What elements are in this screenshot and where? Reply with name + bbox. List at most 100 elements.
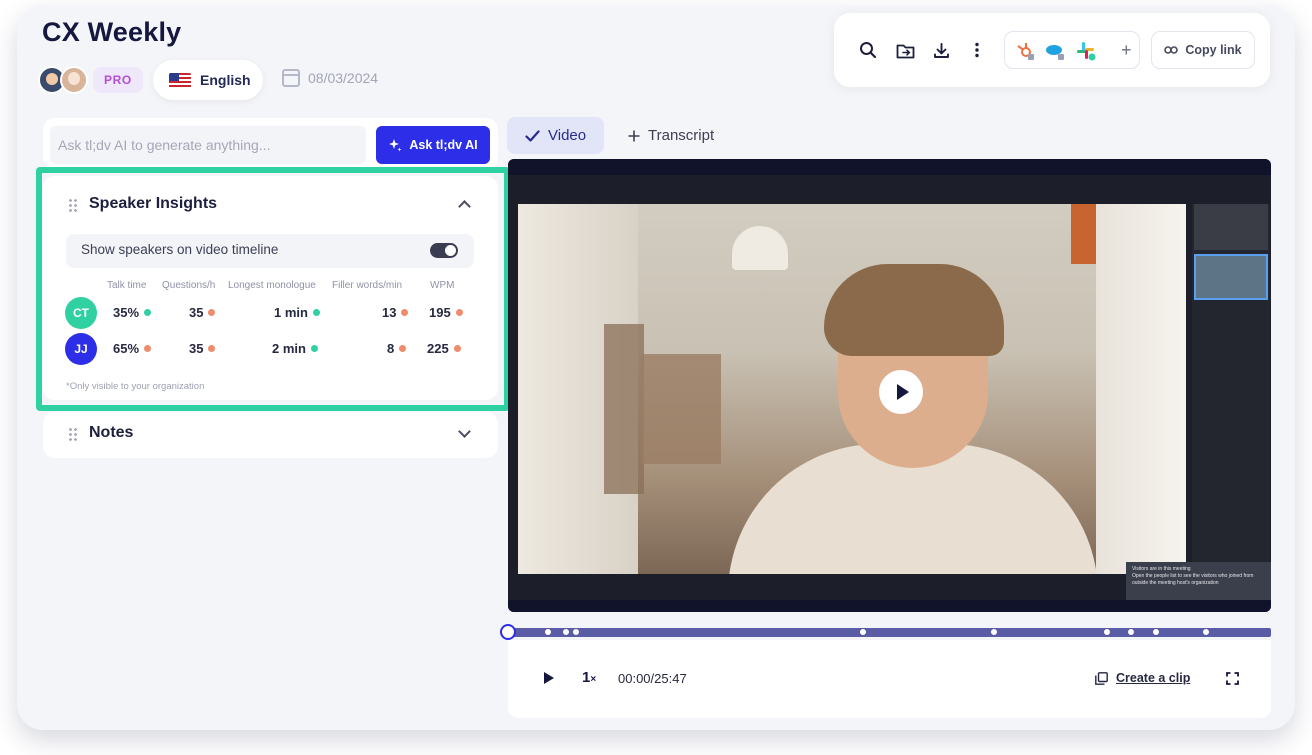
pro-badge: PRO [93, 67, 143, 93]
play-overlay-button[interactable] [879, 370, 923, 414]
participant-thumbnail[interactable] [1194, 204, 1268, 250]
create-clip-button[interactable]: Create a clip [1095, 671, 1190, 685]
add-integration-button[interactable]: + [1121, 40, 1132, 61]
column-header-wpm: WPM [430, 280, 455, 291]
more-options-icon[interactable] [967, 40, 987, 60]
column-header-filler-words: Filler words/min [332, 280, 403, 291]
timeline-marker[interactable] [572, 628, 580, 636]
fullscreen-icon[interactable] [1226, 672, 1239, 685]
status-dot [455, 309, 463, 316]
timeline-marker[interactable] [859, 628, 867, 636]
status-dot [208, 309, 216, 316]
timeline-marker[interactable] [562, 628, 570, 636]
show-speakers-row: Show speakers on video timeline [66, 234, 474, 268]
timeline-marker[interactable] [1103, 628, 1111, 636]
ai-prompt-input[interactable] [50, 126, 366, 164]
ask-ai-label: Ask tl;dv AI [409, 138, 478, 152]
timeline-marker[interactable] [544, 628, 552, 636]
video-frame[interactable] [518, 204, 1186, 574]
status-dot [310, 345, 318, 352]
play-icon [896, 384, 909, 400]
download-icon[interactable] [931, 40, 951, 60]
participant-thumbnails [1192, 204, 1270, 574]
video-player[interactable]: Visitors are in this meeting Open the pe… [508, 159, 1271, 612]
slack-icon[interactable] [1076, 41, 1096, 61]
video-top-bar [508, 159, 1271, 175]
create-clip-label: Create a clip [1116, 671, 1191, 685]
wpm-value: 225 [427, 341, 461, 356]
language-label: English [200, 72, 251, 88]
hubspot-icon[interactable] [1015, 41, 1035, 61]
play-icon[interactable] [544, 672, 554, 684]
timeline-scrubber-handle[interactable] [500, 624, 516, 640]
meeting-title: CX Weekly [42, 17, 182, 47]
filler-value: 13 [382, 305, 409, 320]
playback-speed-button[interactable]: 1× [582, 669, 596, 686]
tab-video[interactable]: Video [507, 117, 605, 154]
us-flag-icon [169, 72, 191, 88]
speaker-insights-title: Speaker Insights [89, 195, 218, 212]
timeline-marker[interactable] [1127, 628, 1135, 636]
participant-thumbnail[interactable] [1194, 254, 1268, 300]
column-header-questions: Questions/h [162, 280, 216, 291]
time-display: 00:00/25:47 [618, 671, 687, 686]
status-dot [453, 345, 461, 352]
tab-video-label: Video [548, 127, 587, 144]
salesforce-icon[interactable] [1045, 41, 1065, 61]
check-icon [525, 129, 540, 142]
talk-time-value: 35% [113, 305, 152, 320]
tab-transcript-label: Transcript [648, 127, 715, 144]
top-toolbar: + Copy link [834, 13, 1270, 87]
show-speakers-label: Show speakers on video timeline [81, 242, 279, 257]
status-dot [312, 309, 320, 316]
monologue-value: 1 min [274, 305, 320, 320]
monologue-value: 2 min [272, 341, 318, 356]
status-dot [208, 345, 216, 352]
integrations-group: + [1004, 31, 1140, 69]
talk-time-value: 65% [113, 341, 152, 356]
status-dot [399, 345, 407, 352]
visitors-notice-title: Visitors are in this meeting [1132, 566, 1191, 572]
column-header-longest-monologue: Longest monologue [228, 280, 316, 291]
move-to-folder-icon[interactable] [895, 40, 915, 60]
speaker-avatar-jj[interactable]: JJ [65, 333, 97, 365]
visitors-notice: Visitors are in this meeting Open the pe… [1126, 562, 1271, 602]
drag-handle-icon[interactable] [68, 198, 78, 212]
date-label: 08/03/2024 [308, 70, 379, 86]
status-dot [144, 345, 152, 352]
link-icon [1164, 46, 1179, 54]
status-dot [144, 309, 152, 316]
avatar [60, 66, 88, 94]
timeline-marker[interactable] [1152, 628, 1160, 636]
speaker-avatar-ct[interactable]: CT [65, 297, 97, 329]
questions-value: 35 [189, 305, 216, 320]
timeline-marker[interactable] [1202, 628, 1210, 636]
filler-value: 8 [387, 341, 407, 356]
lamp-shape [732, 226, 788, 270]
language-selector[interactable]: English [153, 60, 263, 100]
wpm-value: 195 [429, 305, 463, 320]
calendar-icon [282, 69, 300, 87]
status-dot [401, 309, 409, 316]
timeline-marker[interactable] [990, 628, 998, 636]
show-speakers-toggle[interactable] [430, 243, 458, 258]
visitors-notice-text: Open the people list to see the visitors… [1132, 573, 1254, 586]
questions-value: 35 [189, 341, 216, 356]
video-timeline[interactable] [500, 624, 1271, 640]
tab-transcript[interactable]: Transcript [610, 117, 732, 154]
copy-link-button[interactable]: Copy link [1151, 31, 1255, 69]
player-controls: 1× 00:00/25:47 Create a clip [508, 640, 1271, 718]
plus-icon [628, 130, 640, 141]
visibility-footnote: *Only visible to your organization [66, 381, 205, 392]
participants-avatars[interactable] [38, 66, 88, 94]
column-header-talk-time: Talk time [107, 280, 147, 291]
copy-link-label: Copy link [1185, 43, 1242, 57]
drag-handle-icon[interactable] [68, 427, 78, 441]
search-icon[interactable] [858, 40, 878, 60]
ask-ai-button[interactable]: Ask tl;dv AI [376, 126, 490, 164]
notes-title: Notes [89, 424, 134, 441]
speed-unit: × [590, 674, 597, 685]
meeting-date: 08/03/2024 [282, 69, 378, 87]
clip-icon [1095, 671, 1108, 685]
sparkle-icon [389, 139, 402, 152]
